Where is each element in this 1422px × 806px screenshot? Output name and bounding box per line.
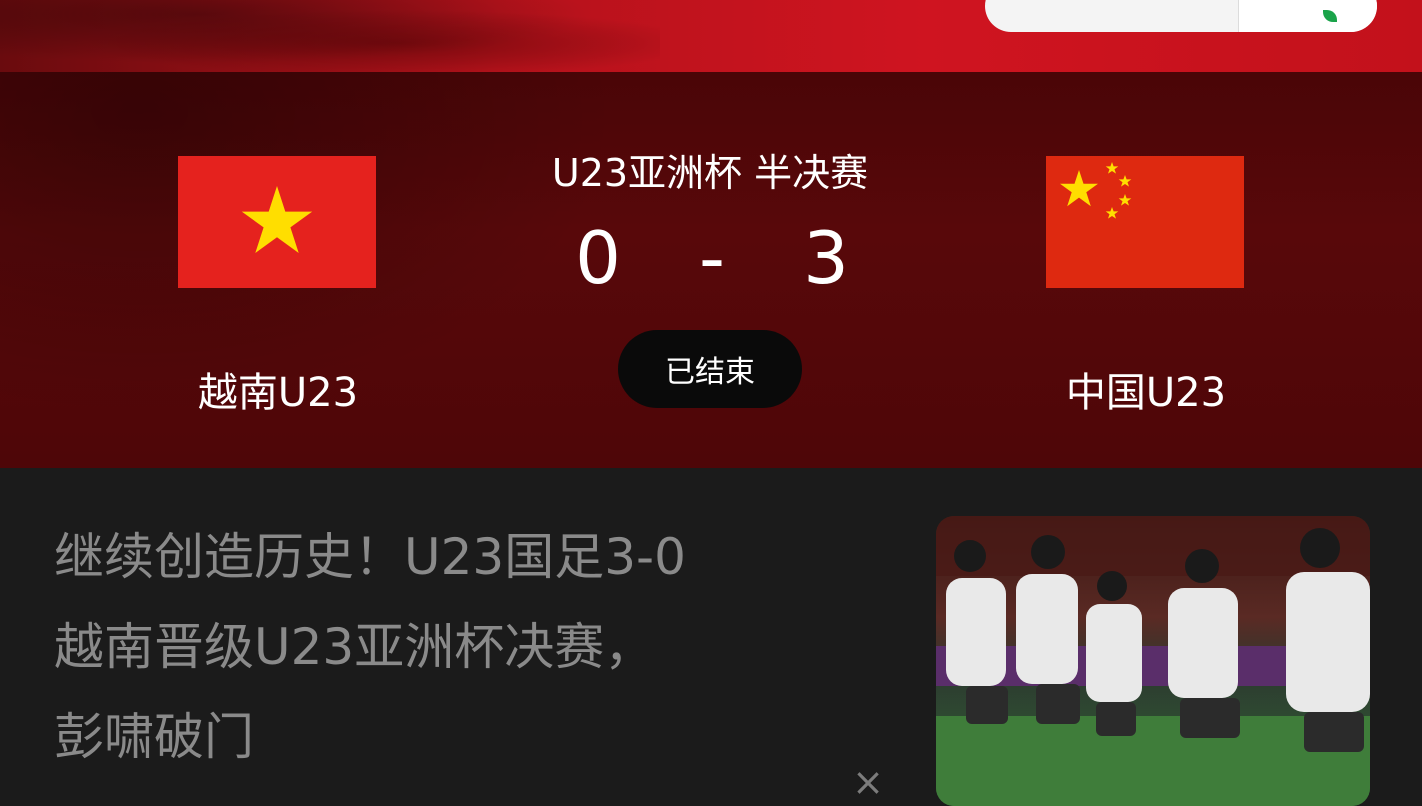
home-score: 0: [575, 216, 621, 300]
news-thumbnail[interactable]: [936, 516, 1370, 806]
news-card[interactable]: 继续创造历史！U23国足3-0 越南晋级U23亚洲杯决赛， 彭啸破门 ×: [0, 468, 1422, 806]
vietnam-flag-icon: [178, 156, 376, 288]
home-team-name[interactable]: 越南U23: [148, 360, 408, 418]
hero-player-photo: [0, 0, 660, 72]
hero-banner: [0, 0, 1422, 72]
competition-title: U23亚洲杯 半决赛: [551, 151, 869, 195]
news-headline[interactable]: 继续创造历史！U23国足3-0 越南晋级U23亚洲杯决赛， 彭啸破门: [54, 512, 904, 782]
china-flag-icon: [1046, 156, 1244, 288]
search-button[interactable]: [1238, 0, 1377, 32]
match-scoreboard[interactable]: 越南U23 U23亚洲杯 半决赛 0 - 3 已结束 中国U23: [0, 72, 1422, 468]
away-score: 3: [803, 216, 849, 300]
headline-line-2: 越南晋级U23亚洲杯决赛，: [54, 618, 655, 676]
search-bar[interactable]: [985, 0, 1377, 32]
score-separator: -: [699, 216, 725, 300]
leaf-icon: [1323, 10, 1337, 22]
headline-line-1: 继续创造历史！U23国足3-0: [54, 528, 686, 586]
close-icon[interactable]: ×: [848, 762, 888, 802]
headline-line-3: 彭啸破门: [54, 708, 254, 766]
match-status-badge: 已结束: [618, 330, 802, 408]
players-celebration-image: [936, 516, 1370, 806]
away-team-name[interactable]: 中国U23: [1016, 360, 1276, 418]
